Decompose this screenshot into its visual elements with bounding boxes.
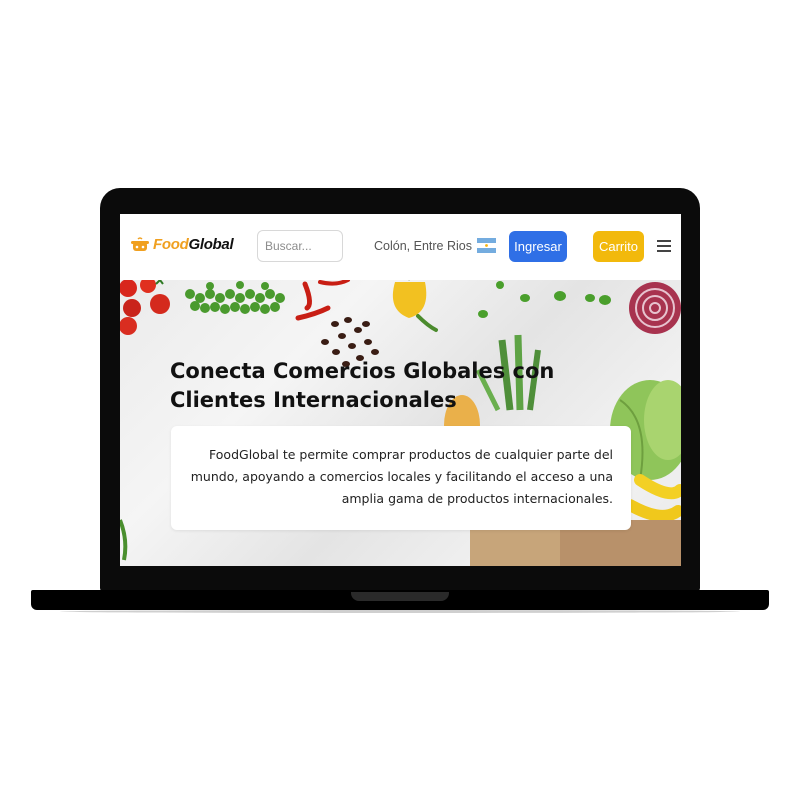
login-button[interactable]: Ingresar xyxy=(509,231,567,262)
hero-title: Conecta Comercios Globales con Clientes … xyxy=(170,359,555,412)
navbar: FoodGlobal Colón, Entre Rios Ingresar Ca… xyxy=(120,214,681,280)
laptop-mockup: FoodGlobal Colón, Entre Rios Ingresar Ca… xyxy=(0,0,800,800)
cooking-pot-icon xyxy=(131,236,149,251)
laptop-screen: FoodGlobal Colón, Entre Rios Ingresar Ca… xyxy=(120,214,681,566)
argentina-flag-icon xyxy=(477,238,496,253)
logo-text: FoodGlobal xyxy=(153,236,234,253)
logo-text-food: Food xyxy=(153,236,189,253)
laptop-bezel: FoodGlobal Colón, Entre Rios Ingresar Ca… xyxy=(100,188,700,592)
hero-description-card: FoodGlobal te permite comprar productos … xyxy=(171,426,631,530)
hamburger-menu-icon[interactable] xyxy=(657,238,673,254)
logo[interactable]: FoodGlobal xyxy=(131,236,234,253)
cart-button[interactable]: Carrito xyxy=(593,231,644,262)
laptop-base xyxy=(31,590,769,610)
hero-section: Conecta Comercios Globales con Clientes … xyxy=(120,280,681,566)
search-input[interactable] xyxy=(257,230,343,262)
logo-text-global: Global xyxy=(188,236,234,253)
hero-description: FoodGlobal te permite comprar productos … xyxy=(190,447,613,506)
laptop-notch xyxy=(351,592,449,601)
laptop-shadow xyxy=(60,610,740,613)
location-label: Colón, Entre Rios xyxy=(374,239,472,253)
